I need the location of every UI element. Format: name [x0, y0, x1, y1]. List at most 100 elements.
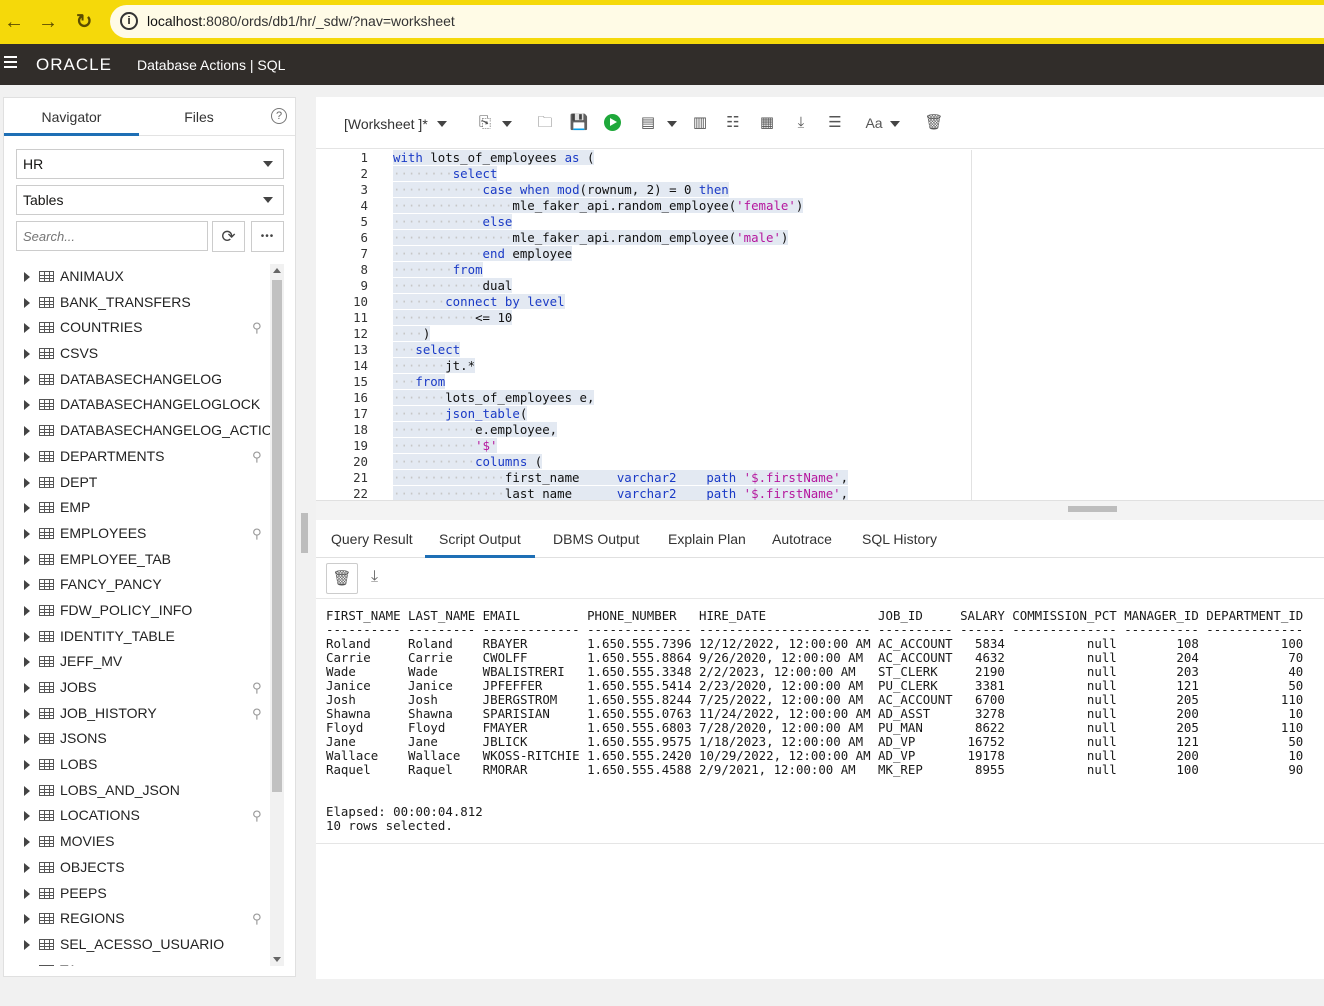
clear-icon[interactable]: 🗑 — [924, 113, 944, 133]
expand-arrow-icon[interactable] — [24, 503, 30, 514]
table-tree-item[interactable]: MOVIES — [4, 829, 270, 855]
table-tree-item[interactable]: IDENTITY_TABLE — [4, 624, 270, 650]
table-tree-item[interactable]: LOCATIONS ⚲ — [4, 803, 270, 829]
help-icon[interactable]: ? — [271, 108, 287, 124]
table-tree-item[interactable]: JOBS ⚲ — [4, 675, 270, 701]
expand-arrow-icon[interactable] — [24, 785, 30, 796]
new-worksheet-icon[interactable]: ⎘ — [475, 113, 495, 133]
chevron-down-icon[interactable] — [502, 121, 512, 127]
table-tree-item[interactable]: ANIMAUX — [4, 264, 270, 290]
expand-arrow-icon[interactable] — [24, 631, 30, 642]
menu-icon[interactable] — [4, 56, 17, 70]
table-tree-item[interactable]: COUNTRIES ⚲ — [4, 315, 270, 341]
table-tree-item[interactable]: REGIONS ⚲ — [4, 906, 270, 932]
scroll-up-icon[interactable] — [273, 268, 281, 273]
site-info-icon[interactable]: i — [120, 12, 138, 30]
table-tree-item[interactable]: EMPLOYEE_TAB — [4, 547, 270, 573]
expand-arrow-icon[interactable] — [24, 580, 30, 591]
table-tree-item[interactable]: FDW_POLICY_INFO — [4, 598, 270, 624]
expand-arrow-icon[interactable] — [24, 888, 30, 899]
table-tree-item[interactable]: CSVS — [4, 341, 270, 367]
reload-icon[interactable]: ↻ — [72, 10, 96, 34]
tab-query-result[interactable]: Query Result — [331, 520, 413, 558]
horizontal-splitter[interactable] — [316, 500, 1324, 520]
object-type-select[interactable]: Tables — [16, 185, 284, 215]
font-size-icon[interactable]: Aa — [864, 113, 884, 133]
table-tree-item[interactable]: DATABASECHANGELOGLOCK — [4, 392, 270, 418]
table-tree-item[interactable]: EMPLOYEES ⚲ — [4, 521, 270, 547]
table-tree-item[interactable]: OBJECTS — [4, 855, 270, 881]
tab-explain-plan[interactable]: Explain Plan — [668, 520, 746, 558]
chevron-down-icon[interactable] — [437, 121, 447, 127]
table-tree-item[interactable]: PEEPS — [4, 881, 270, 907]
open-folder-icon[interactable]: 🗀 — [535, 113, 555, 133]
forward-icon[interactable]: → — [36, 10, 60, 34]
expand-arrow-icon[interactable] — [24, 554, 30, 565]
table-tree-item[interactable]: LOBS — [4, 752, 270, 778]
pin-icon[interactable]: ⚲ — [252, 906, 262, 932]
download-output-icon[interactable]: ⤓ — [371, 568, 378, 586]
expand-arrow-icon[interactable] — [24, 862, 30, 873]
refresh-button[interactable]: ⟳ — [212, 221, 245, 252]
url-text[interactable]: localhost:8080/ords/db1/hr/_sdw/?nav=wor… — [147, 13, 455, 29]
address-bar[interactable]: i localhost:8080/ords/db1/hr/_sdw/?nav=w… — [110, 5, 1324, 38]
expand-arrow-icon[interactable] — [24, 683, 30, 693]
chevron-down-icon[interactable] — [667, 121, 677, 127]
table-tree-item[interactable]: JEFF_MV — [4, 649, 270, 675]
splitter-grip[interactable] — [301, 513, 308, 553]
table-tree-item[interactable]: DEPARTMENTS ⚲ — [4, 444, 270, 470]
tab-script-output[interactable]: Script Output — [425, 520, 535, 558]
table-tree-item[interactable]: EMP — [4, 495, 270, 521]
chevron-down-icon[interactable] — [890, 121, 900, 127]
pin-icon[interactable]: ⚲ — [252, 521, 262, 547]
expand-arrow-icon[interactable] — [24, 939, 30, 950]
table-tree-item[interactable]: T1 — [4, 958, 270, 966]
expand-arrow-icon[interactable] — [24, 297, 30, 308]
sql-history-icon[interactable]: ▦ — [757, 113, 777, 133]
explain-plan-icon[interactable]: ▥ — [690, 113, 710, 133]
expand-arrow-icon[interactable] — [24, 528, 30, 539]
run-statement-icon[interactable] — [604, 114, 621, 131]
sql-editor[interactable]: 1 with lots_of_employees as (2 ········sel… — [316, 150, 971, 500]
expand-arrow-icon[interactable] — [24, 323, 30, 334]
pin-icon[interactable]: ⚲ — [252, 315, 262, 341]
expand-arrow-icon[interactable] — [24, 760, 30, 771]
table-tree-item[interactable]: JOB_HISTORY ⚲ — [4, 701, 270, 727]
scrollbar-thumb[interactable] — [272, 280, 282, 792]
tab-sql-history[interactable]: SQL History — [862, 520, 937, 558]
tab-navigator[interactable]: Navigator — [4, 98, 139, 136]
scroll-down-icon[interactable] — [273, 957, 281, 962]
expand-arrow-icon[interactable] — [24, 374, 30, 385]
expand-arrow-icon[interactable] — [24, 708, 30, 719]
expand-arrow-icon[interactable] — [24, 451, 30, 462]
download-icon[interactable]: ⤓ — [791, 113, 811, 133]
pin-icon[interactable]: ⚲ — [252, 675, 262, 701]
expand-arrow-icon[interactable] — [24, 657, 30, 668]
save-icon[interactable]: 💾 — [569, 113, 589, 133]
schema-select[interactable]: HR — [16, 149, 284, 179]
expand-arrow-icon[interactable] — [24, 837, 30, 848]
table-tree-item[interactable]: DATABASECHANGELOG — [4, 367, 270, 393]
vertical-splitter[interactable] — [299, 97, 309, 977]
expand-arrow-icon[interactable] — [24, 426, 30, 437]
run-script-icon[interactable]: ▤ — [638, 113, 658, 133]
pin-icon[interactable]: ⚲ — [252, 444, 262, 470]
clear-output-button[interactable]: 🗑 — [326, 563, 358, 594]
table-tree-item[interactable]: DATABASECHANGELOG_ACTIONS — [4, 418, 270, 444]
pin-icon[interactable]: ⚲ — [252, 701, 262, 727]
splitter-grip[interactable] — [1068, 506, 1117, 512]
table-tree-item[interactable]: BANK_TRANSFERS — [4, 290, 270, 316]
expand-arrow-icon[interactable] — [24, 914, 30, 925]
table-tree-item[interactable]: SEL_ACESSO_USUARIO — [4, 932, 270, 958]
table-tree-item[interactable]: DEPT — [4, 470, 270, 496]
tree-scrollbar[interactable] — [270, 264, 284, 966]
more-actions-button[interactable]: ••• — [251, 221, 284, 252]
worksheet-selector[interactable]: [Worksheet ]* — [344, 116, 428, 132]
expand-arrow-icon[interactable] — [24, 349, 30, 360]
search-input[interactable] — [16, 221, 208, 251]
expand-arrow-icon[interactable] — [24, 605, 30, 616]
table-tree-item[interactable]: FANCY_PANCY — [4, 572, 270, 598]
tab-autotrace[interactable]: Autotrace — [772, 520, 832, 558]
expand-arrow-icon[interactable] — [24, 734, 30, 745]
table-tree-item[interactable]: JSONS — [4, 726, 270, 752]
